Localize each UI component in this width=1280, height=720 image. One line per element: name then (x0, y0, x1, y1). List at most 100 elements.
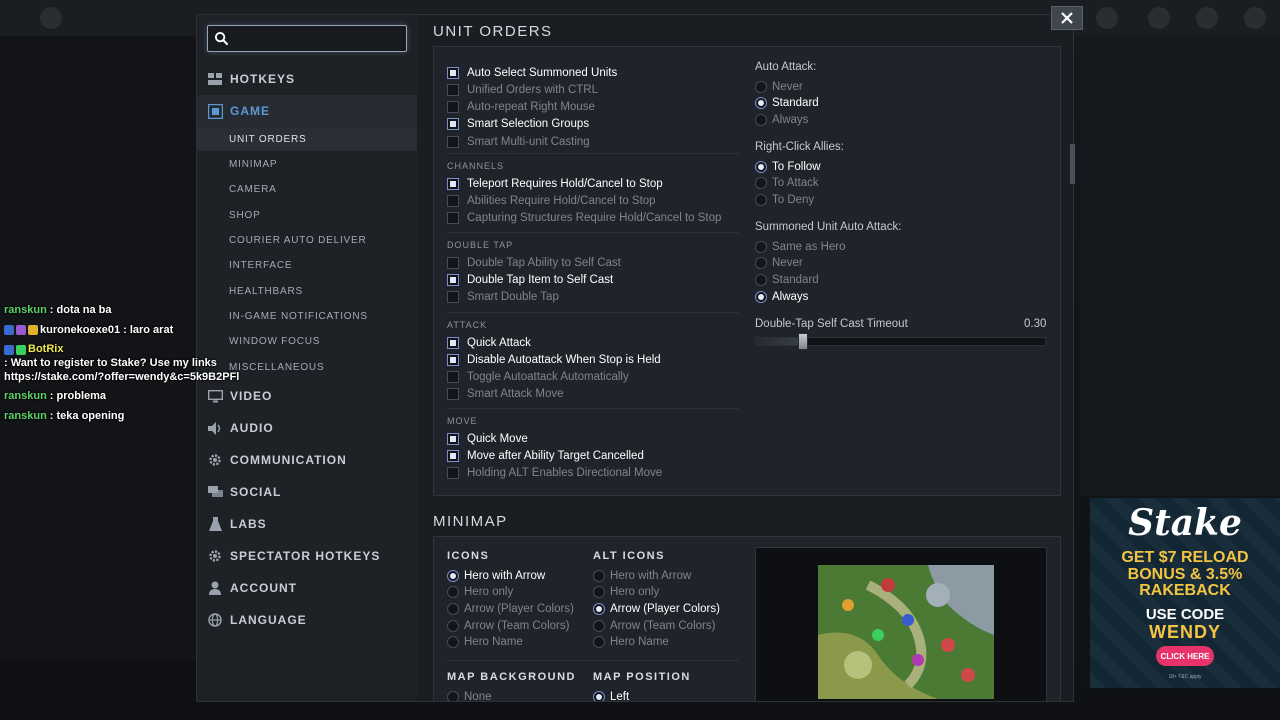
content-scrollbar[interactable] (1070, 144, 1075, 184)
map-background-none-radio[interactable]: None (447, 688, 492, 701)
checkbox-option[interactable]: Smart Double Tap (447, 289, 559, 306)
checkbox[interactable] (447, 273, 459, 286)
radio-option[interactable]: Arrow (Player Colors) (593, 600, 720, 617)
radio-button[interactable] (593, 602, 605, 615)
checkbox-option[interactable]: Smart Selection Groups (447, 116, 589, 133)
radio-button[interactable] (593, 586, 605, 599)
subnav-minimap[interactable]: MINIMAP (197, 152, 417, 176)
nav-social[interactable]: SOCIAL (197, 476, 417, 508)
radio-option[interactable]: To Attack (755, 175, 819, 192)
subnav-interface[interactable]: INTERFACE (197, 253, 417, 277)
radio-option[interactable]: Hero with Arrow (447, 567, 545, 584)
checkbox-option[interactable]: Unified Orders with CTRL (447, 81, 598, 98)
nav-game[interactable]: GAME (197, 95, 417, 127)
radio-button[interactable] (755, 257, 767, 270)
nav-language[interactable]: LANGUAGE (197, 604, 417, 636)
checkbox[interactable] (447, 336, 459, 349)
checkbox[interactable] (447, 449, 459, 462)
radio-button[interactable] (755, 80, 767, 93)
radio-option[interactable]: To Deny (755, 191, 814, 208)
radio-button[interactable] (755, 273, 767, 286)
checkbox-option[interactable]: Auto Select Summoned Units (447, 64, 617, 81)
search-box[interactable] (207, 25, 407, 52)
slider-thumb[interactable] (798, 333, 808, 350)
checkbox-option[interactable]: Double Tap Item to Self Cast (447, 271, 613, 288)
checkbox-option[interactable]: Move after Ability Target Cancelled (447, 447, 644, 464)
checkbox[interactable] (447, 135, 459, 148)
radio-button[interactable] (593, 636, 605, 649)
checkbox-option[interactable]: Quick Attack (447, 334, 531, 351)
radio-button[interactable] (755, 290, 767, 303)
checkbox-option[interactable]: Auto-repeat Right Mouse (447, 99, 595, 116)
close-button[interactable] (1051, 6, 1083, 30)
checkbox-option[interactable]: Capturing Structures Require Hold/Cancel… (447, 210, 721, 227)
checkbox[interactable] (447, 371, 459, 384)
radio-option[interactable]: Never (755, 78, 803, 95)
radio-button[interactable] (593, 569, 605, 582)
checkbox-option[interactable]: Holding ALT Enables Directional Move (447, 465, 662, 482)
checkbox-option[interactable]: Smart Attack Move (447, 386, 564, 403)
checkbox[interactable] (447, 388, 459, 401)
radio-option[interactable]: Standard (755, 95, 819, 112)
subnav-camera[interactable]: CAMERA (197, 177, 417, 201)
subnav-courier-auto-deliver[interactable]: COURIER AUTO DELIVER (197, 228, 417, 252)
nav-account[interactable]: ACCOUNT (197, 572, 417, 604)
radio-option[interactable]: Hero Name (593, 634, 669, 651)
checkbox-option[interactable]: Disable Autoattack When Stop is Held (447, 351, 661, 368)
radio-button[interactable] (593, 690, 605, 701)
subnav-unit-orders[interactable]: UNIT ORDERS (197, 127, 417, 151)
radio-button[interactable] (755, 113, 767, 126)
double-tap-timeout-slider[interactable] (755, 333, 1046, 350)
ad-click-here-button[interactable]: CLICK HERE (1156, 646, 1214, 666)
radio-button[interactable] (755, 240, 767, 253)
checkbox[interactable] (447, 118, 459, 131)
checkbox[interactable] (447, 256, 459, 269)
checkbox-option[interactable]: Smart Multi-unit Casting (447, 133, 590, 150)
radio-option[interactable]: To Follow (755, 158, 821, 175)
checkbox[interactable] (447, 194, 459, 207)
search-input[interactable] (234, 29, 402, 49)
radio-option[interactable]: Never (755, 255, 803, 272)
checkbox[interactable] (447, 467, 459, 480)
radio-option[interactable]: Hero only (593, 584, 659, 601)
radio-option[interactable]: Hero Name (447, 634, 523, 651)
radio-option[interactable]: Hero with Arrow (593, 567, 691, 584)
radio-button[interactable] (447, 619, 459, 632)
radio-option[interactable]: Hero only (447, 584, 513, 601)
subnav-healthbars[interactable]: HEALTHBARS (197, 279, 417, 303)
radio-button[interactable] (755, 193, 767, 206)
checkbox-option[interactable]: Abilities Require Hold/Cancel to Stop (447, 192, 656, 209)
stake-ad[interactable]: Stake GET $7 RELOAD BONUS & 3.5% RAKEBAC… (1090, 498, 1280, 688)
checkbox[interactable] (447, 83, 459, 96)
radio-option[interactable]: Arrow (Team Colors) (593, 617, 715, 634)
checkbox[interactable] (447, 353, 459, 366)
radio-button[interactable] (755, 160, 767, 173)
radio-option[interactable]: Always (755, 288, 808, 305)
map-position-left-radio[interactable]: Left (593, 688, 629, 701)
checkbox[interactable] (447, 212, 459, 225)
checkbox[interactable] (447, 66, 459, 79)
checkbox-option[interactable]: Teleport Requires Hold/Cancel to Stop (447, 175, 663, 192)
checkbox[interactable] (447, 432, 459, 445)
radio-option[interactable]: Always (755, 111, 808, 128)
radio-button[interactable] (447, 690, 459, 701)
radio-button[interactable] (593, 619, 605, 632)
checkbox-option[interactable]: Quick Move (447, 430, 528, 447)
nav-communication[interactable]: COMMUNICATION (197, 444, 417, 476)
checkbox[interactable] (447, 177, 459, 190)
radio-button[interactable] (447, 569, 459, 582)
radio-button[interactable] (447, 602, 459, 615)
radio-button[interactable] (755, 177, 767, 190)
nav-labs[interactable]: LABS (197, 508, 417, 540)
radio-option[interactable]: Standard (755, 271, 819, 288)
radio-option[interactable]: Arrow (Team Colors) (447, 617, 569, 634)
nav-spectator-hotkeys[interactable]: SPECTATOR HOTKEYS (197, 540, 417, 572)
radio-button[interactable] (447, 636, 459, 649)
checkbox-option[interactable]: Toggle Autoattack Automatically (447, 369, 629, 386)
radio-button[interactable] (755, 97, 767, 110)
nav-hotkeys[interactable]: HOTKEYS (197, 63, 417, 95)
checkbox[interactable] (447, 291, 459, 304)
radio-option[interactable]: Arrow (Player Colors) (447, 600, 574, 617)
checkbox-option[interactable]: Double Tap Ability to Self Cast (447, 254, 621, 271)
subnav-shop[interactable]: SHOP (197, 203, 417, 227)
